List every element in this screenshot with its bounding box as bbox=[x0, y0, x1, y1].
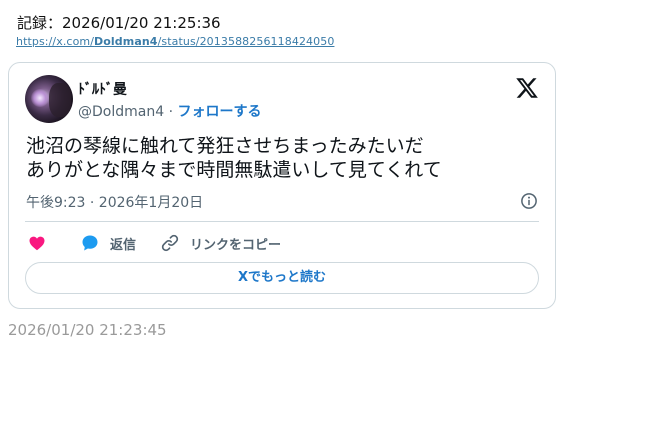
avatar-shade bbox=[49, 83, 71, 117]
tweet-text: 池沼の琴線に触れて発狂させちまったみたいだ ありがとな隅々まで時間無駄遣いして見… bbox=[26, 135, 442, 181]
source-url-prefix: https://x.com/ bbox=[16, 35, 95, 48]
avatar-glow bbox=[31, 89, 49, 107]
speech-bubble-icon[interactable] bbox=[80, 233, 100, 253]
x-logo-icon[interactable] bbox=[515, 76, 539, 100]
saved-time: 2026/01/20 21:23:45 bbox=[8, 321, 167, 339]
follow-button[interactable]: フォローする bbox=[177, 104, 261, 120]
reply-button[interactable]: 返信 bbox=[110, 234, 136, 253]
heart-icon[interactable] bbox=[28, 234, 46, 252]
tweet-card[interactable]: ﾄﾞﾙﾄﾞ曼 @Doldman4 · フォローする 池沼の琴線に触れて発狂させち… bbox=[8, 62, 556, 309]
source-url-suffix: /status/2013588256118424050 bbox=[157, 35, 335, 48]
divider bbox=[25, 221, 539, 222]
read-more-button[interactable]: Xでもっと読む bbox=[25, 262, 539, 294]
display-name[interactable]: ﾄﾞﾙﾄﾞ曼 bbox=[78, 79, 127, 99]
tweet-timestamp[interactable]: 午後9:23 · 2026年1月20日 bbox=[26, 192, 203, 212]
action-bar: 返信 リンクをコピー bbox=[25, 231, 525, 253]
copy-link-button[interactable]: リンクをコピー bbox=[190, 234, 281, 253]
avatar[interactable] bbox=[25, 75, 73, 123]
link-icon[interactable] bbox=[160, 233, 180, 253]
info-icon[interactable] bbox=[520, 192, 538, 210]
handle-row: @Doldman4 · フォローする bbox=[78, 101, 261, 121]
source-url-user: Doldman4 bbox=[94, 35, 158, 48]
handle-separator: · bbox=[164, 104, 178, 120]
user-handle[interactable]: @Doldman4 bbox=[78, 104, 164, 120]
source-url-link[interactable]: https://x.com/Doldman4/status/2013588256… bbox=[16, 35, 334, 48]
record-timestamp: 記録：2026/01/20 21:25:36 bbox=[17, 14, 221, 32]
